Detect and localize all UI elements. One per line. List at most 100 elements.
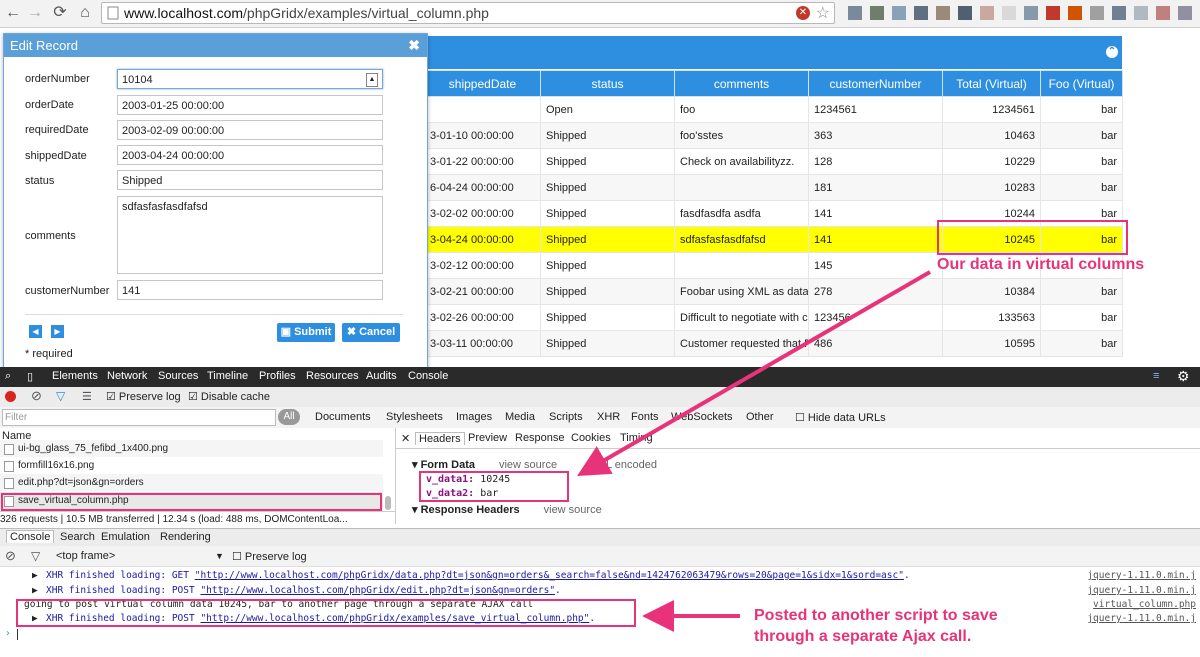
view-url-encoded-link[interactable]: URL encoded: [590, 459, 657, 471]
collapse-icon[interactable]: ⌃: [1106, 46, 1118, 58]
table-row[interactable]: 3-01-10 00:00:00 Shipped foo'sstes 363 10463…: [424, 122, 1123, 149]
column-header-status[interactable]: status: [540, 70, 675, 97]
view-source-link[interactable]: view source: [544, 504, 602, 516]
extension-icon[interactable]: [1046, 6, 1060, 20]
autofill-icon[interactable]: ▲: [366, 73, 378, 87]
expand-triangle-icon[interactable]: ▶: [32, 584, 38, 598]
drawer-tab-emulation[interactable]: Emulation: [101, 531, 150, 543]
extension-icon[interactable]: [1068, 6, 1082, 20]
console-source-link[interactable]: jquery-1.11.0.min.j: [1087, 569, 1196, 583]
orderdate-input[interactable]: 2003-01-25 00:00:00: [117, 95, 383, 115]
console-source-link[interactable]: jquery-1.11.0.min.j: [1087, 584, 1196, 598]
filter-websockets[interactable]: WebSockets: [671, 411, 733, 423]
console-prompt[interactable]: ›: [0, 627, 1200, 641]
request-row[interactable]: ui-bg_glass_75_fefibd_1x400.png: [0, 440, 383, 457]
console-source-link[interactable]: jquery-1.11.0.min.j: [1087, 612, 1196, 626]
filter-xhr[interactable]: XHR: [597, 411, 620, 423]
tab-headers[interactable]: Headers: [415, 432, 465, 445]
extension-icon[interactable]: [1134, 6, 1148, 20]
forward-icon[interactable]: →: [25, 3, 45, 23]
column-header-customernumber[interactable]: customerNumber: [808, 70, 943, 97]
filter-media[interactable]: Media: [505, 411, 535, 423]
tab-audits[interactable]: Audits: [366, 370, 397, 382]
filter-icon[interactable]: ▽: [56, 389, 65, 403]
list-view-icon[interactable]: ☰: [82, 390, 92, 403]
tab-timing[interactable]: Timing: [620, 432, 653, 444]
tab-response[interactable]: Response: [515, 432, 565, 444]
filter-images[interactable]: Images: [456, 411, 492, 423]
stop-icon[interactable]: ✕: [796, 6, 810, 20]
extension-icon[interactable]: [936, 6, 950, 20]
tab-resources[interactable]: Resources: [306, 370, 359, 382]
console-preserve-log-checkbox[interactable]: ☐ Preserve log: [232, 550, 307, 563]
drawer-icon[interactable]: ≡: [1153, 370, 1159, 382]
next-record-icon[interactable]: ▶: [51, 325, 64, 338]
preserve-log-checkbox[interactable]: ☑ Preserve log: [106, 390, 181, 403]
extension-icon[interactable]: [1090, 6, 1104, 20]
extension-icon[interactable]: [870, 6, 884, 20]
filter-input[interactable]: Filter: [2, 409, 276, 426]
drawer-tab-console[interactable]: Console: [6, 530, 55, 543]
tab-profiles[interactable]: Profiles: [259, 370, 296, 382]
table-row[interactable]: 3-01-22 00:00:00 Shipped Check on availabi…: [424, 148, 1123, 175]
drawer-tab-rendering[interactable]: Rendering: [160, 531, 211, 543]
prev-record-icon[interactable]: ◀: [29, 325, 42, 338]
hide-data-urls-checkbox[interactable]: ☐ Hide data URLs: [795, 411, 886, 424]
table-row[interactable]: 3-03-11 00:00:00 Shipped Customer requeste…: [424, 330, 1123, 357]
ordernumber-input[interactable]: 10104 ▲: [117, 69, 383, 89]
home-icon[interactable]: ⌂: [75, 3, 95, 23]
reload-icon[interactable]: ⟳: [50, 3, 70, 23]
tab-elements[interactable]: Elements: [52, 370, 98, 382]
device-icon[interactable]: ▯: [27, 370, 33, 383]
clear-console-icon[interactable]: ⊘: [5, 548, 16, 564]
console-url-link[interactable]: "http://www.localhost.com/phpGridx/data.…: [195, 570, 904, 581]
extension-icon[interactable]: [1112, 6, 1126, 20]
filter-fonts[interactable]: Fonts: [631, 411, 659, 423]
tab-console[interactable]: Console: [408, 370, 448, 382]
disable-cache-checkbox[interactable]: ☑ Disable cache: [188, 390, 270, 403]
extension-icon[interactable]: [1178, 6, 1192, 20]
view-source-link[interactable]: view source: [499, 459, 557, 471]
extension-icon[interactable]: [914, 6, 928, 20]
scrollbar-thumb[interactable]: [385, 496, 391, 510]
frame-selector[interactable]: <top frame>: [56, 550, 115, 562]
chevron-down-icon[interactable]: ▼: [215, 551, 224, 561]
tab-network[interactable]: Network: [107, 370, 147, 382]
submit-button[interactable]: ▣ Submit: [277, 323, 335, 342]
extension-icon[interactable]: [1002, 6, 1016, 20]
column-header-comments[interactable]: comments: [674, 70, 809, 97]
extension-icon[interactable]: [980, 6, 994, 20]
request-row[interactable]: edit.php?dt=json&gn=orders: [0, 474, 383, 491]
extension-icon[interactable]: [848, 6, 862, 20]
tab-preview[interactable]: Preview: [468, 432, 507, 444]
request-row[interactable]: formfill16x16.png: [0, 457, 383, 474]
column-header-shippeddate[interactable]: shippedDate: [424, 70, 541, 97]
filter-all-button[interactable]: All: [278, 409, 300, 425]
dialog-titlebar[interactable]: Edit Record ✖: [4, 34, 427, 57]
filter-stylesheets[interactable]: Stylesheets: [386, 411, 443, 423]
table-row[interactable]: 3-02-26 00:00:00 Shipped Difficult to nego…: [424, 304, 1123, 331]
cancel-button[interactable]: ✖ Cancel: [342, 323, 400, 342]
extension-icon[interactable]: [1024, 6, 1038, 20]
extension-icon[interactable]: [1156, 6, 1170, 20]
expand-triangle-icon[interactable]: ▶: [32, 569, 38, 583]
table-row[interactable]: Open foo 1234561 1234561 bar: [424, 96, 1123, 123]
tab-sources[interactable]: Sources: [158, 370, 198, 382]
comments-textarea[interactable]: sdfasfasfasdfafsd: [117, 196, 383, 274]
close-detail-icon[interactable]: ✕: [401, 432, 410, 445]
gear-icon[interactable]: ⚙: [1177, 368, 1190, 385]
extension-icon[interactable]: [892, 6, 906, 20]
table-row[interactable]: 3-02-21 00:00:00 Shipped Foobar using XML …: [424, 278, 1123, 305]
response-headers-section[interactable]: ▾ Response Headers view source: [412, 503, 602, 516]
address-bar[interactable]: www.localhost.com/phpGridx/examples/virt…: [101, 2, 835, 24]
shippeddate-input[interactable]: 2003-04-24 00:00:00: [117, 145, 383, 165]
console-source-link[interactable]: virtual_column.php: [1093, 598, 1196, 612]
clear-icon[interactable]: ⊘: [31, 388, 42, 404]
tab-cookies[interactable]: Cookies: [571, 432, 611, 444]
filter-scripts[interactable]: Scripts: [549, 411, 583, 423]
bookmark-star-icon[interactable]: ☆: [816, 3, 830, 23]
filter-icon[interactable]: ▽: [31, 549, 40, 563]
status-input[interactable]: Shipped: [117, 170, 383, 190]
table-row[interactable]: 6-04-24 00:00:00 Shipped 181 10283 bar: [424, 174, 1123, 201]
customernumber-input[interactable]: 141: [117, 280, 383, 300]
